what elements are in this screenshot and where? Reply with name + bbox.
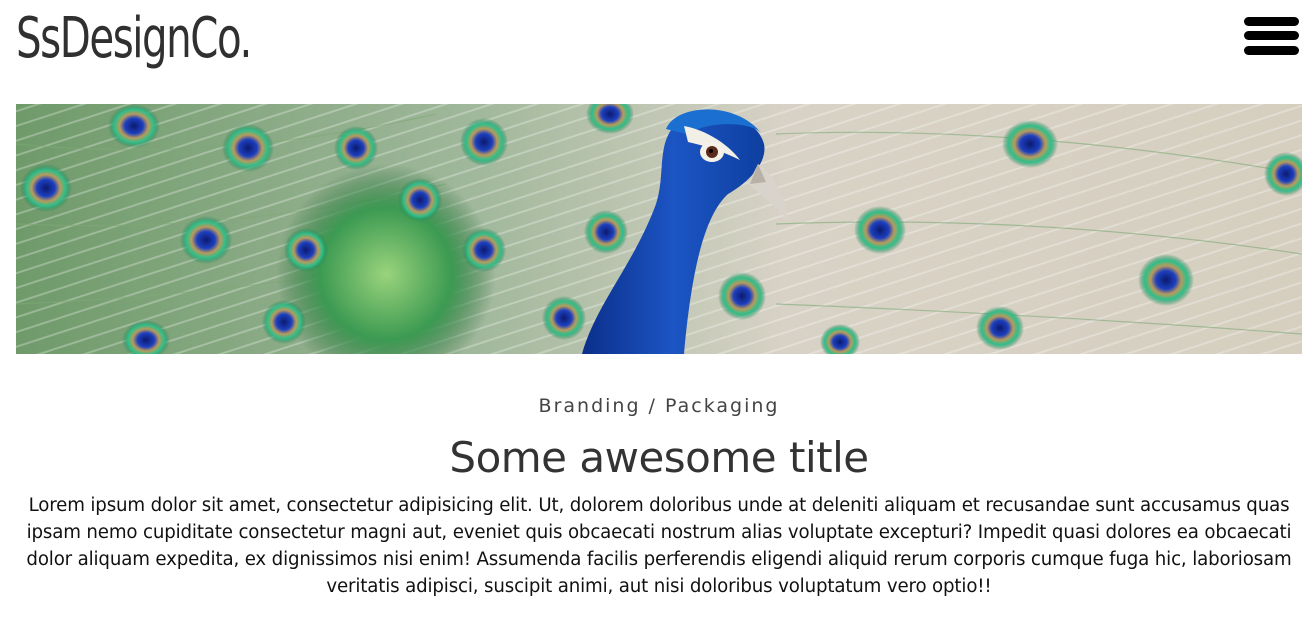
article-content: Branding / Packaging Some awesome title … <box>16 384 1302 600</box>
peacock-illustration <box>16 104 1302 354</box>
site-logo[interactable]: SsDesignCo. <box>16 2 252 76</box>
article-title: Some awesome title <box>449 433 869 482</box>
hamburger-menu-icon[interactable] <box>1240 12 1302 60</box>
menu-bar <box>1244 31 1299 40</box>
article-category: Branding / Packaging <box>538 395 780 417</box>
article-body: Lorem ipsum dolor sit amet, consectetur … <box>26 495 1292 597</box>
site-header: SsDesignCo. <box>0 0 1315 100</box>
menu-bar <box>1244 46 1299 55</box>
menu-bar <box>1244 17 1299 26</box>
hero-image <box>16 104 1302 354</box>
